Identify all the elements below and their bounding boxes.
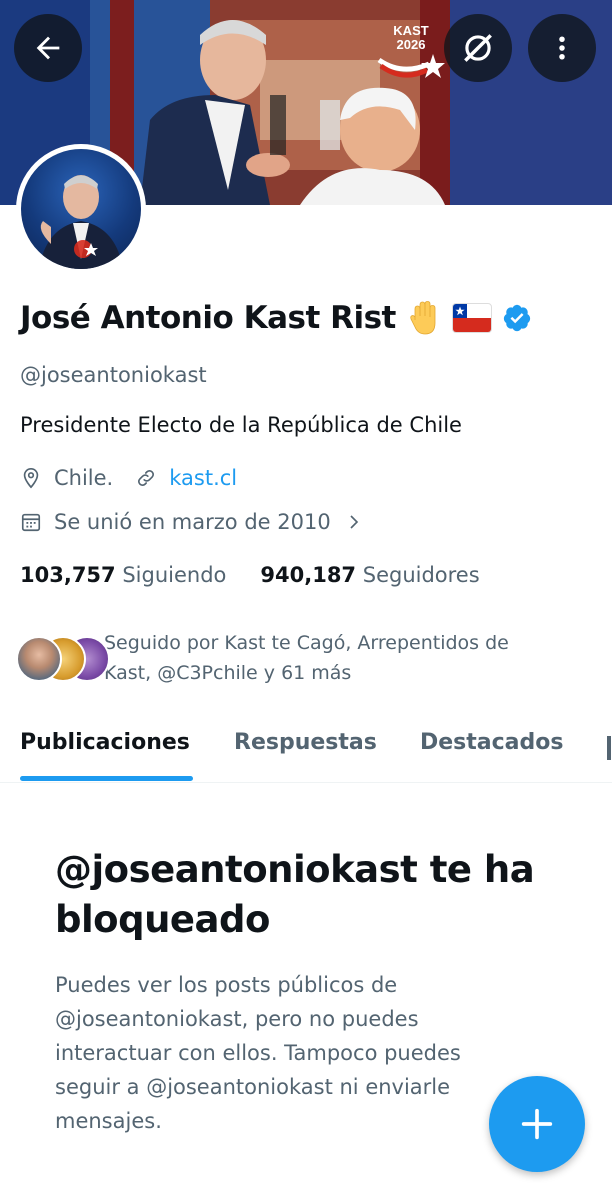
- user-handle: @joseantoniokast: [20, 363, 207, 387]
- profile-tabs: Publicaciones Respuestas Destacados: [0, 722, 612, 783]
- logo-swoosh-star: [377, 54, 445, 78]
- tab-overflow-hint: [607, 736, 611, 760]
- blocked-description: Puedes ver los posts públicos de @josean…: [55, 973, 461, 1133]
- following-label: Siguiendo: [122, 563, 227, 587]
- blocked-title: @joseantoniokast te ha bloqueado: [55, 848, 535, 941]
- calendar-icon: [21, 513, 41, 532]
- verified-badge-icon: [503, 304, 530, 332]
- grok-icon: [464, 34, 492, 62]
- follower-avatar: [16, 636, 62, 682]
- grok-button[interactable]: [444, 14, 512, 82]
- joined-date-row[interactable]: Se unió en marzo de 2010: [20, 510, 363, 534]
- tab-publicaciones[interactable]: Publicaciones: [20, 730, 190, 755]
- chile-flag-icon: [451, 303, 492, 333]
- followed-by-avatars: [16, 636, 110, 682]
- tab-destacados[interactable]: Destacados: [420, 730, 563, 755]
- more-options-button[interactable]: [528, 14, 596, 82]
- profile-website-link[interactable]: kast.cl: [169, 466, 237, 490]
- plus-icon: [521, 1108, 553, 1140]
- location-pin-icon: [23, 468, 39, 489]
- following-link[interactable]: 103,757 Siguiendo: [20, 563, 226, 587]
- back-button[interactable]: [14, 14, 82, 82]
- followers-link[interactable]: 940,187 Seguidores: [260, 563, 479, 587]
- link-icon: [138, 470, 155, 486]
- following-count: 103,757: [20, 563, 116, 587]
- location-website-row: Chile. kast.cl: [20, 466, 237, 490]
- active-tab-indicator: [20, 776, 193, 781]
- display-name: José Antonio Kast Rist: [20, 300, 396, 336]
- profile-location: Chile.: [54, 466, 114, 490]
- avatar-image: [21, 149, 141, 269]
- display-name-row: José Antonio Kast Rist: [20, 300, 532, 336]
- followed-by-text: Seguido por Kast te Cagó, Arrepentidos d…: [104, 632, 509, 684]
- followed-by-row[interactable]: Seguido por Kast te Cagó, Arrepentidos d…: [16, 628, 544, 688]
- raised-hand-icon: [410, 301, 436, 335]
- joined-date: Se unió en marzo de 2010: [54, 510, 331, 534]
- more-vertical-icon: [559, 36, 565, 60]
- arrow-left-icon: [36, 36, 60, 60]
- chevron-right-icon: [350, 515, 358, 529]
- followers-count: 940,187: [260, 563, 357, 587]
- kast-2026-logo: KAST 2026: [377, 24, 445, 84]
- avatar[interactable]: [16, 144, 146, 274]
- tab-respuestas[interactable]: Respuestas: [234, 730, 377, 755]
- follow-stats: 103,757 Siguiendo 940,187 Seguidores: [20, 563, 480, 587]
- compose-button[interactable]: [489, 1076, 585, 1172]
- followers-label: Seguidores: [362, 563, 480, 587]
- profile-bio: Presidente Electo de la República de Chi…: [20, 413, 462, 437]
